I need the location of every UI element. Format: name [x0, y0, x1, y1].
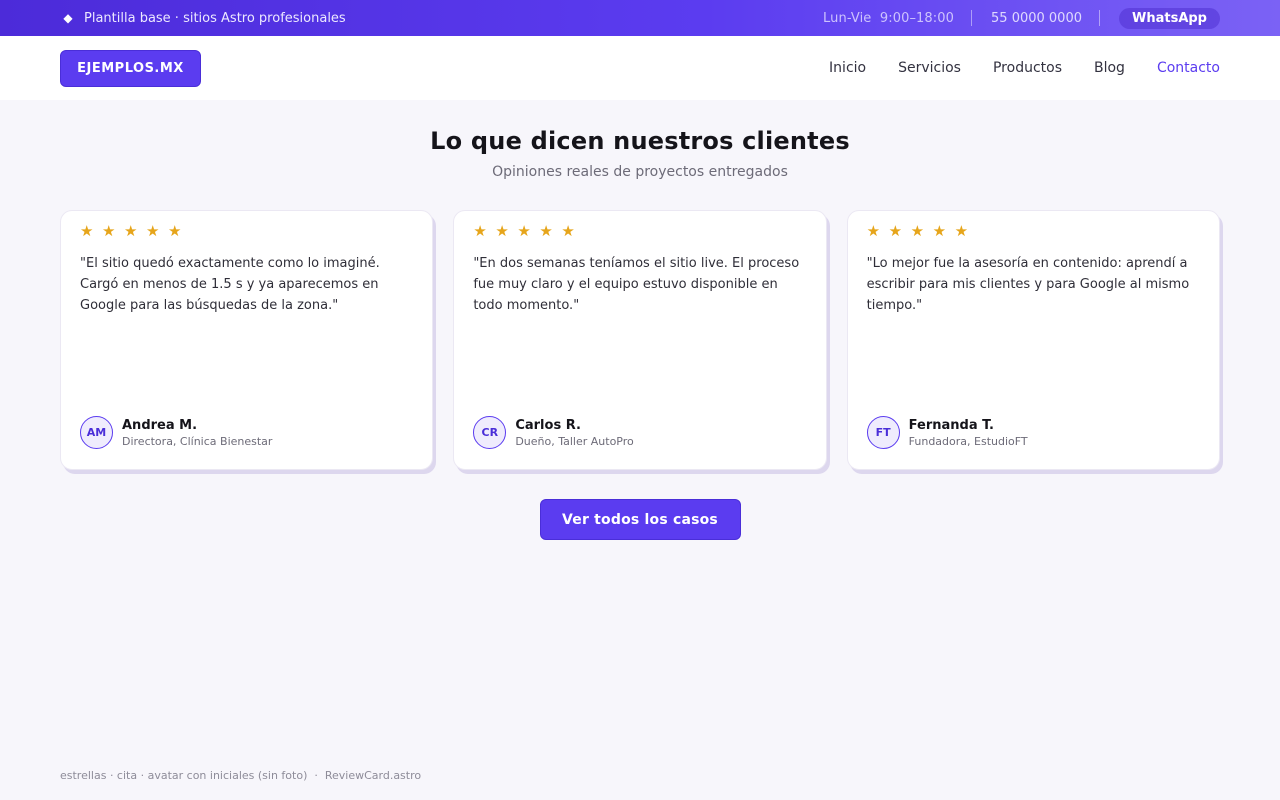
- star-rating: ★ ★ ★ ★ ★: [80, 223, 413, 240]
- star-icon: ★: [124, 222, 138, 240]
- review-cards: ★ ★ ★ ★ ★ "El sitio quedó exactamente co…: [0, 210, 1280, 470]
- nav-item-contacto[interactable]: Contacto: [1157, 60, 1220, 76]
- diamond-icon: ◆: [63, 11, 73, 25]
- divider: [1099, 10, 1100, 26]
- whatsapp-button[interactable]: WhatsApp: [1119, 7, 1220, 29]
- review-quote: "Lo mejor fue la asesoría en contenido: …: [866, 256, 1190, 313]
- review-author: AM Andrea M. Directora, Clínica Bienesta…: [80, 416, 272, 449]
- review-card: ★ ★ ★ ★ ★ "En dos semanas teníamos el si…: [453, 210, 827, 470]
- star-icon: ★: [168, 222, 182, 240]
- star-icon: ★: [473, 222, 487, 240]
- business-hours: Lun-Vie 9:00–18:00: [823, 10, 955, 26]
- avatar: AM: [80, 416, 113, 449]
- author-name: Fernanda T.: [908, 417, 994, 433]
- author-name: Carlos R.: [515, 417, 581, 433]
- author-role: Dueño, Taller AutoPro: [515, 434, 634, 448]
- top-bar: ◆ Plantilla base · sitios Astro profesio…: [0, 0, 1280, 36]
- author-role: Fundadora, EstudioFT: [908, 434, 1028, 448]
- star-icon: ★: [910, 222, 925, 240]
- author-role: Directora, Clínica Bienestar: [122, 434, 273, 448]
- review-card: ★ ★ ★ ★ ★ "Lo mejor fue la asesoría en c…: [846, 210, 1220, 470]
- topbar-contact: Lun-Vie 9:00–18:00 55 0000 0000 WhatsApp: [823, 0, 1220, 36]
- review-author: CR Carlos R. Dueño, Taller AutoPro: [473, 416, 634, 449]
- star-rating: ★ ★ ★ ★ ★: [867, 223, 1200, 240]
- topbar-tagline: Plantilla base · sitios Astro profesiona…: [84, 10, 346, 26]
- star-icon: ★: [517, 222, 531, 240]
- component-note: estrellas · cita · avatar con iniciales …: [60, 769, 422, 782]
- section-title: Lo que dicen nuestros clientes: [430, 127, 850, 155]
- avatar: CR: [473, 416, 507, 449]
- phone-number[interactable]: 55 0000 0000: [991, 11, 1082, 26]
- nav-item-blog[interactable]: Blog: [1094, 60, 1125, 76]
- cta-wrapper: Ver todos los casos: [0, 499, 1280, 540]
- main-nav: Inicio Servicios Productos Blog Contacto: [829, 60, 1220, 76]
- section-subtitle: Opiniones reales de proyectos entregados: [492, 164, 788, 180]
- review-quote: "El sitio quedó exactamente como lo imag…: [80, 256, 380, 313]
- star-icon: ★: [954, 222, 969, 240]
- star-icon: ★: [866, 222, 881, 240]
- avatar: FT: [866, 416, 900, 449]
- divider: [971, 10, 973, 26]
- star-icon: ★: [888, 222, 903, 240]
- star-icon: ★: [80, 222, 94, 240]
- review-card: ★ ★ ★ ★ ★ "El sitio quedó exactamente co…: [60, 210, 434, 470]
- star-icon: ★: [495, 222, 509, 240]
- nav-item-inicio[interactable]: Inicio: [829, 60, 866, 76]
- nav-item-productos[interactable]: Productos: [993, 60, 1062, 76]
- review-author: FT Fernanda T. Fundadora, EstudioFT: [866, 416, 1028, 449]
- star-icon: ★: [561, 222, 575, 240]
- review-quote: "En dos semanas teníamos el sitio live. …: [473, 256, 800, 313]
- topbar-tagline-group: ◆ Plantilla base · sitios Astro profesio…: [62, 10, 346, 26]
- star-rating: ★ ★ ★ ★ ★: [473, 223, 806, 240]
- view-all-cases-button[interactable]: Ver todos los casos: [539, 499, 741, 540]
- logo[interactable]: EJEMPLOS.MX: [60, 49, 201, 87]
- star-icon: ★: [932, 222, 947, 240]
- star-icon: ★: [102, 222, 116, 240]
- author-name: Andrea M.: [122, 417, 198, 433]
- site-header: EJEMPLOS.MX Inicio Servicios Productos B…: [0, 36, 1280, 100]
- nav-item-servicios[interactable]: Servicios: [898, 60, 961, 76]
- star-icon: ★: [146, 222, 160, 240]
- star-icon: ★: [539, 222, 553, 240]
